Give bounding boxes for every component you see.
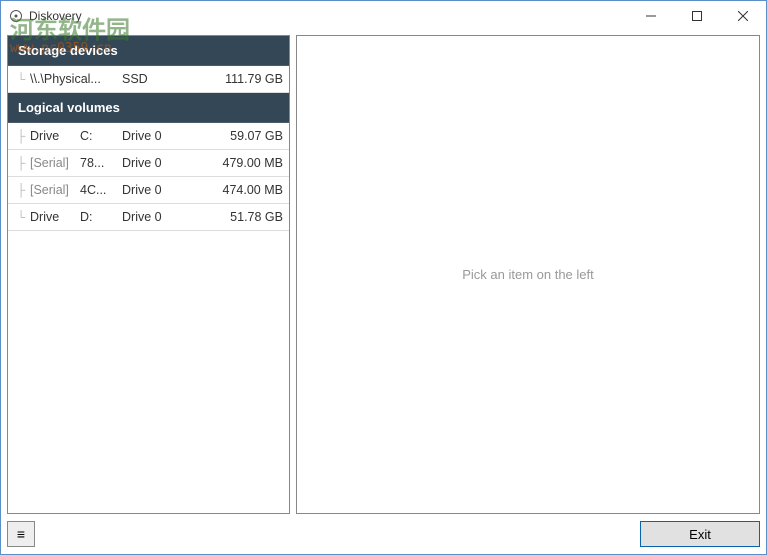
volume-row[interactable]: ├ [Serial] 78... Drive 0 479.00 MB bbox=[8, 150, 289, 177]
device-name: \\.\Physical... bbox=[30, 72, 122, 86]
volume-size: 59.07 GB bbox=[188, 129, 283, 143]
tree-mark-icon: ├ bbox=[12, 156, 30, 170]
app-icon bbox=[9, 9, 23, 23]
volume-size: 479.00 MB bbox=[188, 156, 283, 170]
left-panel: Storage devices └ \\.\Physical... SSD 11… bbox=[7, 35, 290, 514]
volume-kind: [Serial] bbox=[30, 183, 80, 197]
footer: ≡ Exit bbox=[1, 520, 766, 554]
volume-size: 51.78 GB bbox=[188, 210, 283, 224]
device-row[interactable]: └ \\.\Physical... SSD 111.79 GB bbox=[8, 66, 289, 93]
titlebar: Diskovery bbox=[1, 1, 766, 31]
app-window: Diskovery Storage devices └ \\.\Physical… bbox=[0, 0, 767, 555]
window-title: Diskovery bbox=[29, 9, 628, 23]
device-type: SSD bbox=[122, 72, 182, 86]
placeholder-text: Pick an item on the left bbox=[462, 267, 594, 282]
tree-mark-icon: └ bbox=[12, 210, 30, 224]
content-area: Storage devices └ \\.\Physical... SSD 11… bbox=[1, 31, 766, 520]
volume-row[interactable]: ├ [Serial] 4C... Drive 0 474.00 MB bbox=[8, 177, 289, 204]
volume-row[interactable]: └ Drive D: Drive 0 51.78 GB bbox=[8, 204, 289, 231]
right-panel: Pick an item on the left bbox=[296, 35, 760, 514]
volume-id: D: bbox=[80, 210, 122, 224]
exit-button-label: Exit bbox=[689, 527, 711, 542]
volume-id: 78... bbox=[80, 156, 122, 170]
volume-kind: [Serial] bbox=[30, 156, 80, 170]
volume-disk: Drive 0 bbox=[122, 183, 188, 197]
volume-id: C: bbox=[80, 129, 122, 143]
window-controls bbox=[628, 1, 766, 31]
volume-disk: Drive 0 bbox=[122, 210, 188, 224]
close-button[interactable] bbox=[720, 1, 766, 31]
hamburger-icon: ≡ bbox=[17, 526, 25, 542]
volume-kind: Drive bbox=[30, 129, 80, 143]
exit-button[interactable]: Exit bbox=[640, 521, 760, 547]
menu-button[interactable]: ≡ bbox=[7, 521, 35, 547]
volume-disk: Drive 0 bbox=[122, 129, 188, 143]
minimize-button[interactable] bbox=[628, 1, 674, 31]
device-size: 111.79 GB bbox=[182, 72, 283, 86]
logical-volumes-header: Logical volumes bbox=[8, 93, 289, 123]
volume-row[interactable]: ├ Drive C: Drive 0 59.07 GB bbox=[8, 123, 289, 150]
storage-devices-header: Storage devices bbox=[8, 36, 289, 66]
volume-size: 474.00 MB bbox=[188, 183, 283, 197]
tree-mark-icon: └ bbox=[12, 72, 30, 86]
volume-disk: Drive 0 bbox=[122, 156, 188, 170]
tree-mark-icon: ├ bbox=[12, 129, 30, 143]
maximize-button[interactable] bbox=[674, 1, 720, 31]
tree-mark-icon: ├ bbox=[12, 183, 30, 197]
volume-id: 4C... bbox=[80, 183, 122, 197]
volume-kind: Drive bbox=[30, 210, 80, 224]
